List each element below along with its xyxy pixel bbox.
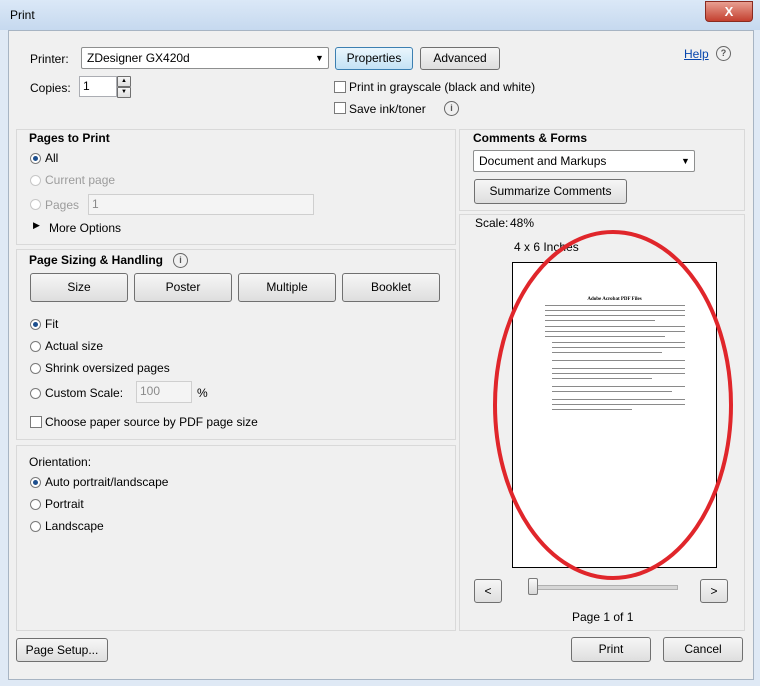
comments-select-value: Document and Markups	[479, 154, 607, 168]
tab-poster[interactable]: Poster	[134, 273, 232, 302]
all-pages-label: All	[45, 151, 59, 165]
auto-orientation-label: Auto portrait/landscape	[45, 475, 169, 489]
landscape-radio[interactable]	[30, 521, 41, 532]
chevron-down-icon: ▼	[681, 156, 690, 166]
printer-select[interactable]: ZDesigner GX420d ▼	[81, 47, 329, 69]
copies-label: Copies:	[30, 81, 71, 95]
properties-button[interactable]: Properties	[335, 47, 413, 70]
page-slider-thumb[interactable]	[528, 578, 538, 595]
summarize-comments-button[interactable]: Summarize Comments	[474, 179, 627, 204]
orientation-title: Orientation:	[29, 455, 92, 469]
annotation-ellipse	[493, 230, 733, 580]
current-page-label: Current page	[45, 173, 116, 187]
save-ink-info-icon[interactable]: i	[444, 101, 459, 116]
actual-size-radio[interactable]	[30, 341, 41, 352]
pages-range-radio[interactable]	[30, 199, 41, 210]
paper-source-checkbox[interactable]	[30, 416, 42, 428]
custom-scale-input[interactable]: 100	[136, 381, 192, 403]
grayscale-checkbox[interactable]	[334, 81, 346, 93]
tab-size[interactable]: Size	[30, 273, 128, 302]
sizing-info-icon[interactable]: i	[173, 253, 188, 268]
pages-range-input[interactable]: 1	[88, 194, 314, 215]
prev-page-button[interactable]: <	[474, 579, 502, 603]
tab-booklet[interactable]: Booklet	[342, 273, 440, 302]
comments-select[interactable]: Document and Markups ▼	[473, 150, 695, 172]
percent-label: %	[197, 386, 208, 400]
save-ink-label: Save ink/toner	[349, 102, 426, 116]
page-slider-track[interactable]	[528, 585, 678, 590]
custom-scale-label: Custom Scale:	[45, 386, 124, 400]
paper-source-label: Choose paper source by PDF page size	[45, 415, 258, 429]
grayscale-label: Print in grayscale (black and white)	[349, 80, 536, 94]
shrink-label: Shrink oversized pages	[45, 361, 170, 375]
all-pages-radio[interactable]	[30, 153, 41, 164]
page-sizing-title: Page Sizing & Handling	[29, 253, 164, 267]
pages-range-label: Pages	[45, 198, 80, 212]
next-page-button[interactable]: >	[700, 579, 728, 603]
tab-multiple[interactable]: Multiple	[238, 273, 336, 302]
fit-label: Fit	[45, 317, 59, 331]
cancel-button[interactable]: Cancel	[663, 637, 743, 662]
actual-size-label: Actual size	[45, 339, 104, 353]
orientation-panel	[16, 445, 456, 631]
page-info: Page 1 of 1	[572, 610, 634, 624]
current-page-radio[interactable]	[30, 175, 41, 186]
custom-scale-radio[interactable]	[30, 388, 41, 399]
portrait-label: Portrait	[45, 497, 84, 511]
printer-label: Printer:	[30, 52, 69, 66]
close-button[interactable]: X	[705, 1, 753, 22]
landscape-label: Landscape	[45, 519, 104, 533]
print-button[interactable]: Print	[571, 637, 651, 662]
copies-up-button[interactable]: ▲	[117, 76, 131, 87]
triangle-right-icon[interactable]: ▶	[33, 220, 40, 231]
fit-radio[interactable]	[30, 319, 41, 330]
title-bar	[0, 0, 760, 30]
page-setup-button[interactable]: Page Setup...	[16, 638, 108, 662]
comments-title: Comments & Forms	[473, 131, 588, 145]
advanced-button[interactable]: Advanced	[420, 47, 500, 70]
more-options-link[interactable]: More Options	[49, 221, 121, 235]
copies-down-button[interactable]: ▼	[117, 87, 131, 98]
pages-to-print-title: Pages to Print	[29, 131, 110, 145]
window-title: Print	[10, 8, 35, 22]
auto-orientation-radio[interactable]	[30, 477, 41, 488]
chevron-down-icon: ▼	[315, 53, 324, 63]
copies-input[interactable]: 1	[79, 76, 117, 97]
help-icon[interactable]: ?	[716, 46, 731, 61]
printer-select-value: ZDesigner GX420d	[87, 51, 190, 65]
shrink-radio[interactable]	[30, 363, 41, 374]
save-ink-checkbox[interactable]	[334, 102, 346, 114]
help-link[interactable]: Help	[684, 47, 709, 61]
portrait-radio[interactable]	[30, 499, 41, 510]
